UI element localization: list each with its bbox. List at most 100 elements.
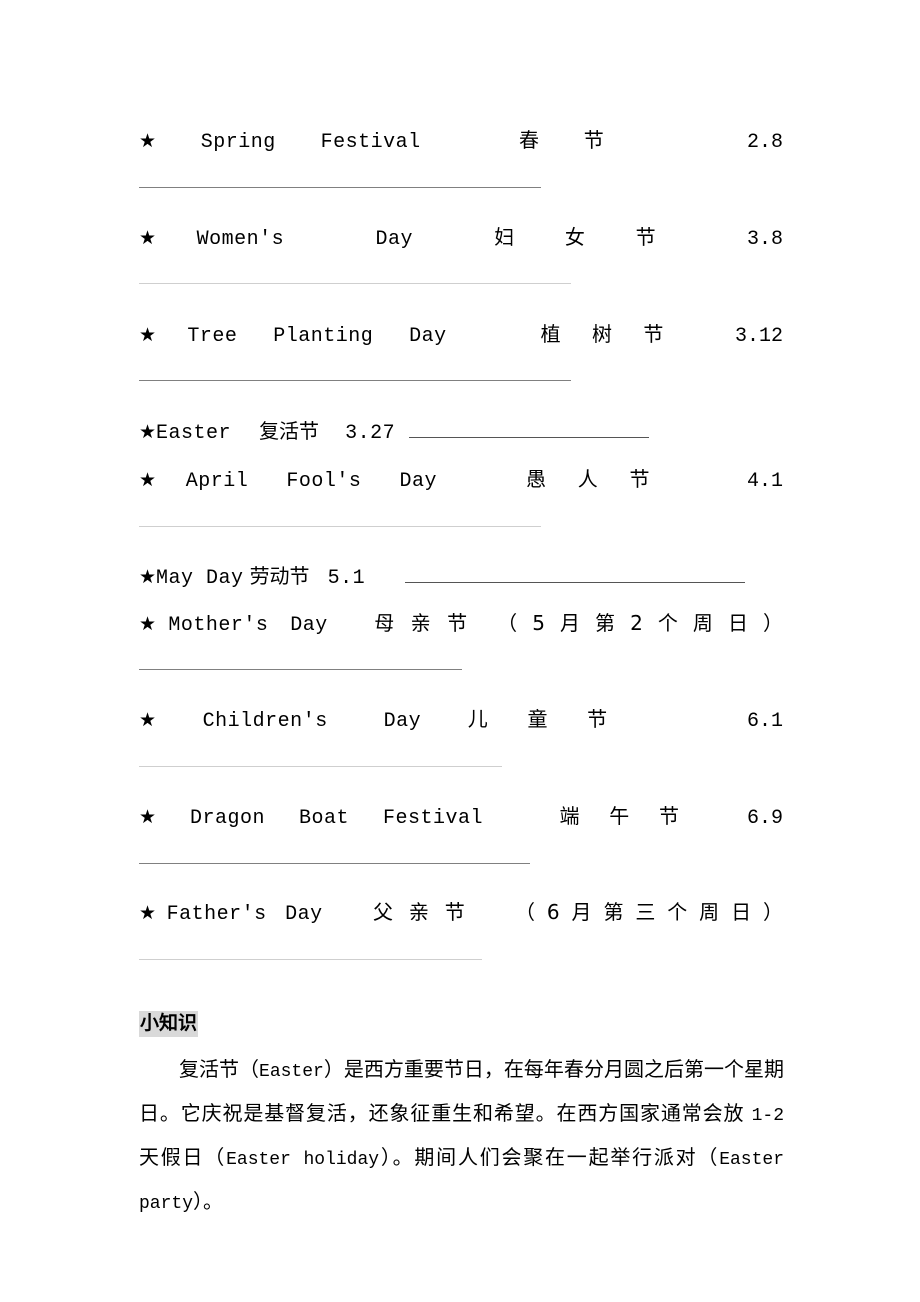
festival-chinese-char: 母 bbox=[374, 611, 395, 635]
blank-rule-3 bbox=[139, 380, 571, 381]
festival-date: 2.8 bbox=[746, 131, 783, 154]
blank-rule-6 bbox=[139, 766, 502, 767]
festival-date-char: 月 bbox=[571, 900, 592, 924]
festival-english-name-2: Boat bbox=[299, 807, 350, 830]
festival-date: 3.8 bbox=[746, 228, 783, 251]
note-text-part: 1-2 bbox=[751, 1106, 784, 1126]
festival-chinese-char: 女 bbox=[564, 225, 585, 249]
section-heading-note: 小知识 bbox=[139, 1011, 199, 1037]
festival-date-char: 日 bbox=[731, 900, 752, 924]
festival-row-womens-day: ★ Women's Day 妇 女 节 3.8 bbox=[139, 221, 783, 251]
festival-row-easter: ★ Easter 复活节 3.27 bbox=[139, 415, 783, 445]
festival-english-name-2: Day bbox=[383, 710, 422, 733]
festival-row-april-fools-day: ★ April Fool's Day 愚 人 节 4.1 bbox=[139, 463, 783, 493]
festival-chinese-char: 节 bbox=[444, 900, 465, 924]
festival-english-name-2: Day bbox=[285, 903, 323, 926]
star-icon: ★ bbox=[139, 470, 157, 491]
inline-blank-rule-easter bbox=[409, 437, 650, 438]
festival-row-childrens-day: ★ Children's Day 儿 童 节 6.1 bbox=[139, 703, 783, 733]
festival-date: 6.9 bbox=[746, 807, 783, 830]
festival-date-char: 第 bbox=[603, 900, 624, 924]
festival-date-char: 个 bbox=[657, 611, 678, 635]
festival-chinese-char: 节 bbox=[587, 707, 608, 731]
festival-chinese-char: 童 bbox=[527, 707, 548, 731]
note-paragraph: 复活节（Easter）是西方重要节日，在每年春分月圆之后第一个星期日。它庆祝是基… bbox=[139, 1049, 784, 1225]
star-icon: ★ bbox=[139, 710, 157, 731]
festival-english-name: Children's bbox=[202, 710, 328, 733]
note-text-part: Easter bbox=[259, 1062, 324, 1082]
festival-date-char: 日 bbox=[727, 611, 748, 635]
festival-row-may-day: ★ May Day 劳动节 5.1 bbox=[139, 560, 783, 590]
festival-date: 3.12 bbox=[734, 325, 783, 348]
festival-chinese-name: 复活节 bbox=[259, 419, 320, 443]
note-text-part: 复活节（ bbox=[179, 1057, 260, 1081]
festival-date-char: 6 bbox=[546, 900, 560, 924]
inline-blank-rule-may-day bbox=[405, 582, 746, 583]
festival-chinese-char: 植 bbox=[540, 322, 561, 346]
festival-date-char: （ bbox=[497, 611, 518, 635]
festival-date-char: ） bbox=[762, 900, 783, 924]
star-icon: ★ bbox=[139, 614, 157, 635]
festival-english-name-2: Day bbox=[375, 228, 413, 251]
festival-row-mothers-day: ★ Mother's Day 母 亲 节 （ 5 月 第 2 个 周 日 ） bbox=[139, 607, 784, 637]
festival-english-name: Mother's bbox=[168, 614, 269, 637]
festival-chinese-char: 节 bbox=[629, 467, 650, 491]
festival-english-name-3: Festival bbox=[383, 807, 484, 830]
star-icon: ★ bbox=[139, 325, 157, 346]
festival-chinese-char: 亲 bbox=[408, 900, 429, 924]
festival-english-name: May Day bbox=[156, 567, 244, 590]
festival-chinese-char: 春 bbox=[519, 128, 540, 152]
blank-rule-2 bbox=[139, 283, 571, 284]
festival-chinese-char: 父 bbox=[372, 900, 393, 924]
festival-chinese-char: 节 bbox=[643, 322, 664, 346]
festival-english-name-3: Day bbox=[399, 470, 437, 493]
festival-english-name-2: Festival bbox=[320, 131, 421, 154]
festival-chinese-char: 节 bbox=[635, 225, 656, 249]
star-icon: ★ bbox=[139, 903, 157, 924]
blank-rule-5 bbox=[139, 669, 462, 670]
festival-english-name: April bbox=[185, 470, 249, 493]
festival-english-name: Dragon bbox=[190, 807, 266, 830]
festival-date: 5.1 bbox=[327, 567, 366, 590]
festival-date: 6.1 bbox=[746, 710, 783, 733]
festival-row-tree-planting-day: ★ Tree Planting Day 植 树 节 3.12 bbox=[139, 318, 783, 348]
festival-chinese-char: 树 bbox=[591, 322, 612, 346]
festival-chinese-char: 愚 bbox=[525, 467, 546, 491]
festival-english-name-3: Day bbox=[409, 325, 447, 348]
note-text-part: ）。期间人们会聚在一起举行派对（ bbox=[379, 1145, 720, 1169]
festival-row-fathers-day: ★ Father's Day 父 亲 节 （ 6 月 第 三 个 周 日 ） bbox=[139, 896, 783, 926]
festival-english-name: Women's bbox=[196, 228, 285, 251]
festival-date-char: 个 bbox=[667, 900, 688, 924]
festival-chinese-char: 节 bbox=[583, 128, 604, 152]
festival-date-char: 周 bbox=[692, 611, 713, 635]
festival-english-name-2: Day bbox=[290, 614, 328, 637]
star-icon: ★ bbox=[139, 807, 157, 828]
festival-date: 3.27 bbox=[345, 422, 396, 445]
star-icon: ★ bbox=[139, 131, 157, 152]
festival-english-name-2: Planting bbox=[273, 325, 374, 348]
star-icon: ★ bbox=[139, 228, 157, 249]
festival-english-name: Tree bbox=[187, 325, 238, 348]
festival-date: 4.1 bbox=[746, 470, 783, 493]
festival-date-char: 三 bbox=[635, 900, 656, 924]
festival-chinese-char: 节 bbox=[447, 611, 468, 635]
festival-english-name-2: Fool's bbox=[286, 470, 362, 493]
festival-chinese-char: 亲 bbox=[410, 611, 431, 635]
festival-chinese-char: 午 bbox=[609, 804, 630, 828]
star-icon: ★ bbox=[139, 567, 157, 588]
festival-english-name: Easter bbox=[156, 422, 232, 445]
festival-chinese-name: 劳动节 bbox=[249, 564, 310, 588]
festival-english-name: Spring bbox=[200, 131, 276, 154]
note-text-part: 天假日（ bbox=[139, 1145, 227, 1169]
festival-date-char: 周 bbox=[699, 900, 720, 924]
festival-date-char: 2 bbox=[630, 611, 643, 635]
festival-date-char: ） bbox=[763, 611, 784, 635]
blank-rule-4 bbox=[139, 526, 541, 527]
festival-date-char: 月 bbox=[560, 611, 580, 635]
festival-date-char: 5 bbox=[532, 611, 545, 635]
document-page: ★ Spring Festival 春 节 2.8 ★ Women's Day … bbox=[0, 0, 920, 1302]
festival-chinese-char: 端 bbox=[559, 804, 580, 828]
festival-chinese-char: 儿 bbox=[467, 707, 488, 731]
blank-rule-8 bbox=[139, 959, 482, 960]
festival-chinese-char: 节 bbox=[658, 804, 679, 828]
